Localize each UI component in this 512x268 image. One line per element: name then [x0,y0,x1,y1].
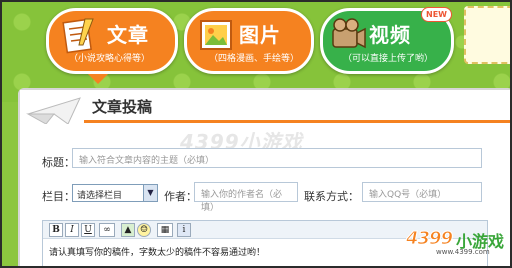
category-label: 栏目： [42,190,75,203]
tab-video[interactable]: 视频 （可以直接上传了哟） NEW [320,7,454,74]
title-label: 标题： [42,156,75,169]
tab-image-subtitle: （四格漫画、手绘等） [209,54,300,64]
logo-number: 4399 [405,228,453,250]
tab-article-subtitle: （小说攻略心得等） [69,54,151,64]
contact-input[interactable]: 输入QQ号（必填） [362,182,482,202]
new-badge: NEW [421,7,452,22]
editor-content[interactable]: 请认真填写你的稿件，字数太少的稿件不容易通过哟！ [49,245,265,258]
info-icon[interactable]: i [177,223,191,237]
author-input[interactable]: 输入你的作者名（必填） [194,182,298,213]
panel-header: 文章投稿 [20,90,510,124]
panel-title: 文章投稿 [92,98,153,116]
tab-article[interactable]: 文章 （小说攻略心得等） [46,8,178,74]
smiley-icon[interactable]: ☺ [137,223,151,237]
paper-plane-icon [26,97,81,124]
tab-video-subtitle: （可以直接上传了哟） [343,54,434,64]
author-label: 作者： [164,190,197,203]
category-select[interactable]: 请选择栏目 ▼ [72,184,158,202]
tab-image[interactable]: 图片 （四格漫画、手绘等） [184,8,314,74]
underline-button[interactable]: U [81,223,95,237]
table-icon[interactable]: ▦ [157,223,173,237]
active-tab-pointer [88,74,108,84]
title-input[interactable]: 输入符合文章内容的主题（必填） [72,148,482,168]
logo-url: www.4399.com [436,248,490,256]
category-select-value: 请选择栏目 [77,191,123,201]
picture-icon [200,20,232,50]
article-icon [62,18,94,54]
chevron-down-icon[interactable]: ▼ [143,185,157,201]
tab-image-title: 图片 [239,23,281,47]
video-camera-icon [332,18,366,49]
contact-label: 联系方式： [304,190,359,203]
tab-video-title: 视频 [369,23,411,47]
tab-article-title: 文章 [107,23,149,47]
app-frame: 文章 （小说攻略心得等） 图片 （四格漫画、手绘等） 视频 （可以直接上传了哟）… [0,0,512,268]
image-icon[interactable]: ▲ [121,223,135,237]
header-divider [84,120,510,123]
site-logo: 4399 小游戏 www.4399.com [405,228,510,257]
bold-button[interactable]: B [49,223,63,237]
note-decoration [464,6,510,64]
link-icon[interactable]: ∞ [99,223,115,237]
italic-button[interactable]: I [65,223,79,237]
